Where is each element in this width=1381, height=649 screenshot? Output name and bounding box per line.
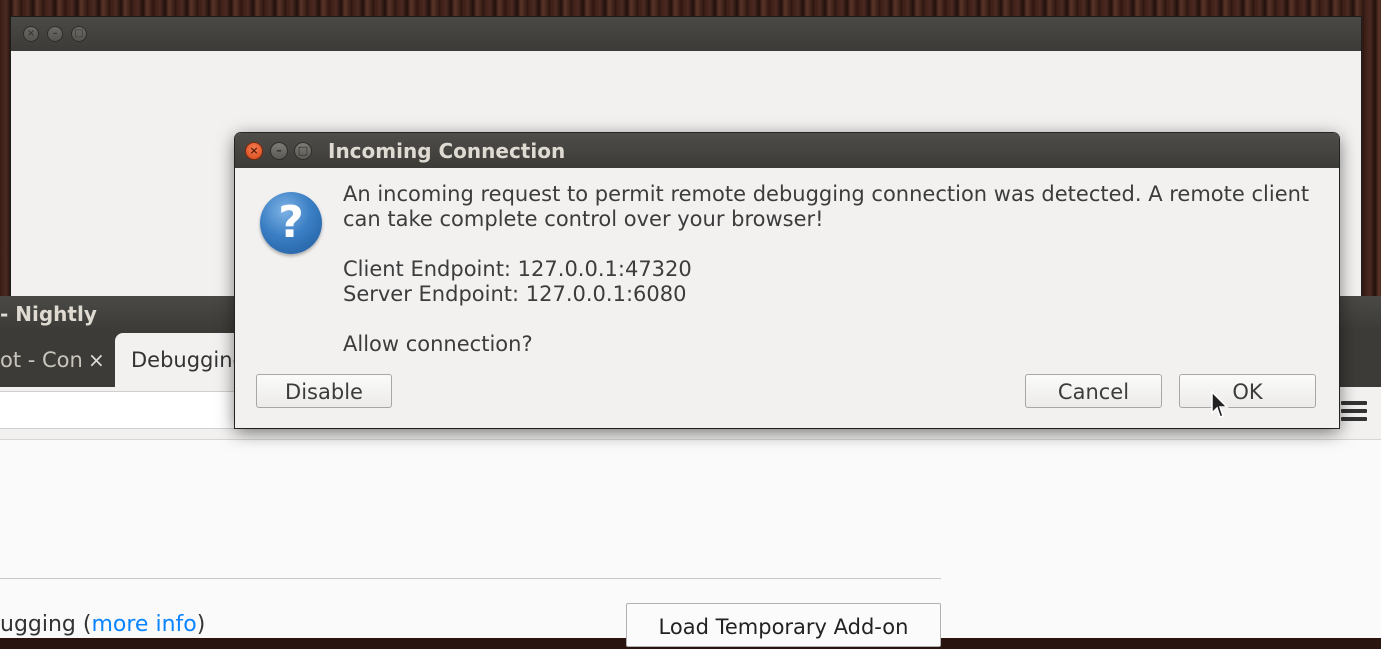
content-divider <box>0 578 941 579</box>
close-paren: ) <box>196 612 206 637</box>
tab-label: ot - Con <box>0 348 83 372</box>
tab-inactive[interactable]: ot - Con × <box>0 333 112 387</box>
dialog-title: Incoming Connection <box>328 139 566 163</box>
server-endpoint: Server Endpoint: 127.0.0.1:6080 <box>343 282 687 306</box>
cancel-button[interactable]: Cancel <box>1025 374 1162 408</box>
client-endpoint: Client Endpoint: 127.0.0.1:47320 <box>343 257 692 281</box>
maximize-icon[interactable]: □ <box>71 26 87 42</box>
question-icon: ? <box>260 192 322 254</box>
tab-close-icon[interactable]: × <box>88 333 105 387</box>
debugging-description: ugging (more info) <box>0 612 205 637</box>
debugging-text: ugging <box>0 612 76 637</box>
minimize-icon[interactable]: – <box>47 26 63 42</box>
window-title: - Nightly <box>0 302 97 326</box>
maximize-icon[interactable]: □ <box>294 142 312 160</box>
tab-label: Debugging <box>131 348 246 372</box>
open-paren: ( <box>75 612 92 637</box>
background-window-titlebar: × – □ <box>11 17 1361 51</box>
ok-button[interactable]: OK <box>1179 374 1316 408</box>
load-temporary-addon-button[interactable]: Load Temporary Add-on <box>626 603 941 647</box>
dialog-message: An incoming request to permit remote deb… <box>343 182 1310 231</box>
incoming-connection-dialog: × – □ Incoming Connection ? An incoming … <box>235 133 1339 428</box>
more-info-link[interactable]: more info <box>91 612 196 637</box>
hamburger-menu-icon[interactable] <box>1341 401 1367 423</box>
disable-button[interactable]: Disable <box>256 374 392 408</box>
mouse-pointer-icon <box>1211 391 1229 418</box>
dialog-titlebar: × – □ Incoming Connection <box>235 133 1339 168</box>
close-icon[interactable]: × <box>245 142 263 160</box>
minimize-icon[interactable]: – <box>270 142 288 160</box>
close-icon[interactable]: × <box>23 26 39 42</box>
url-bar[interactable] <box>0 391 241 429</box>
allow-question: Allow connection? <box>343 332 533 356</box>
